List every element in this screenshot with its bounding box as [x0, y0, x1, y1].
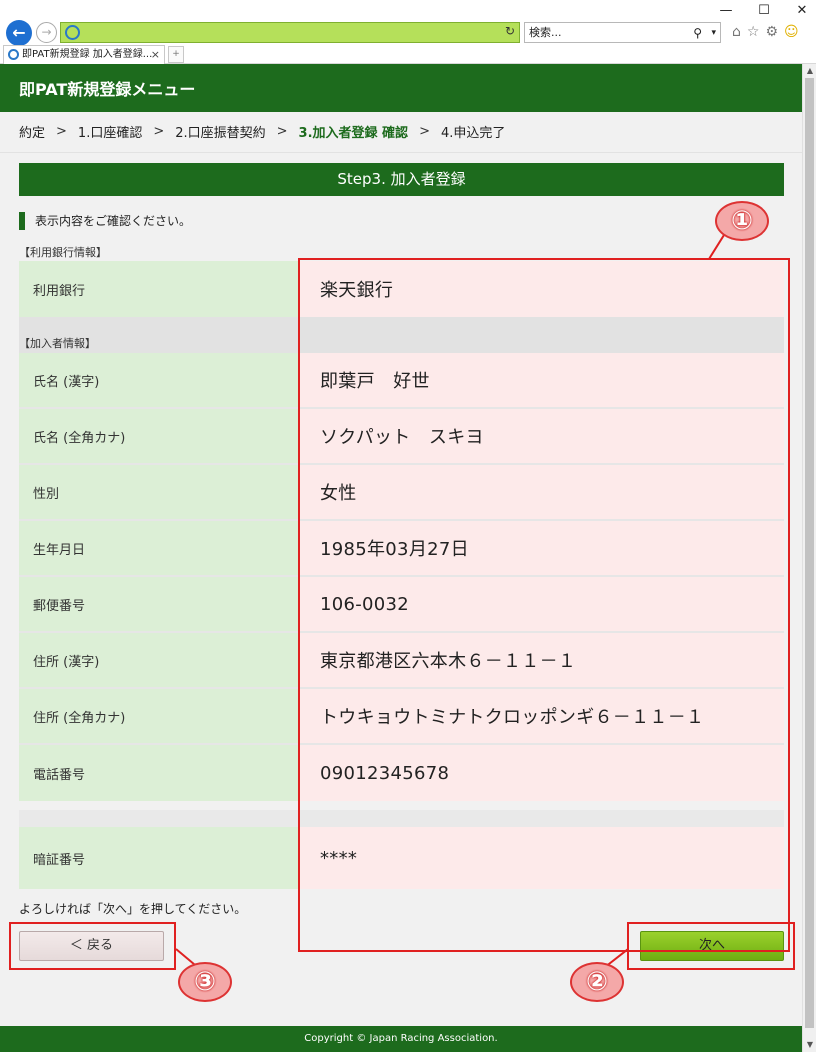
applicant-section-label: 【加入者情報】 [19, 337, 96, 350]
minimize-button[interactable]: — [718, 2, 734, 20]
breadcrumb-item: 4.申込完了 [440, 126, 506, 141]
scroll-down-icon[interactable]: ▼ [803, 1038, 816, 1052]
search-placeholder: 検索... [529, 26, 562, 39]
vertical-scrollbar[interactable]: ▲ ▼ [802, 64, 816, 1052]
row-label: 生年月日 [19, 521, 300, 575]
row-label: 郵便番号 [19, 577, 300, 631]
callout-box-2 [627, 922, 795, 970]
tab-title: 即PAT新規登録 加入者登録... [22, 49, 153, 60]
app-header: 即PAT新規登録メニュー [0, 64, 802, 112]
breadcrumb-separator: > [419, 124, 430, 139]
toolbar-icons: ⌂ ☆ ⚙ ☺ [732, 24, 799, 40]
forward-arrow-icon[interactable]: → [36, 22, 57, 43]
new-tab-button[interactable]: + [168, 46, 184, 63]
row-label: 性別 [19, 465, 300, 519]
row-label: 住所 (漢字) [19, 633, 300, 687]
breadcrumb-item: 1.口座確認 [77, 126, 143, 141]
maximize-button[interactable]: ☐ [756, 2, 772, 20]
close-icon[interactable]: × [151, 46, 160, 63]
breadcrumb-item: 約定 [19, 126, 46, 141]
callout-badge-1: ① [715, 201, 769, 241]
breadcrumb-separator: > [153, 124, 165, 139]
breadcrumb-separator: > [276, 124, 288, 139]
callout-box-3 [9, 922, 176, 970]
ie-logo-icon [8, 49, 19, 60]
search-icon[interactable]: ⚲ [693, 24, 702, 43]
gear-icon[interactable]: ⚙ [765, 24, 778, 40]
row-label: 利用銀行 [19, 261, 300, 317]
chevron-down-icon[interactable]: ▾ [711, 24, 716, 43]
row-label: 住所 (全角カナ) [19, 689, 300, 743]
footer-copyright: Copyright © Japan Racing Association. [0, 1026, 802, 1052]
scrollbar-thumb[interactable] [805, 78, 814, 1028]
divider [0, 152, 802, 153]
page: 即PAT新規登録メニュー 約定 > 1.口座確認 > 2.口座振替契約 > 3.… [0, 64, 802, 1052]
close-window-button[interactable]: ✕ [794, 2, 810, 20]
bank-section-label: 【利用銀行情報】 [19, 246, 107, 259]
home-icon[interactable]: ⌂ [732, 24, 741, 40]
callout-box-1 [298, 258, 790, 952]
breadcrumb-separator: > [56, 124, 67, 139]
confirm-instruction: よろしければ「次へ」を押してください。 [19, 902, 247, 916]
notice-text: 表示内容をご確認ください。 [19, 212, 191, 230]
step-header: Step3. 加入者登録 [19, 163, 784, 196]
address-bar[interactable]: ↻ [60, 22, 520, 43]
callout-badge-3: ③ [178, 962, 232, 1002]
row-label: 氏名 (漢字) [19, 353, 300, 407]
breadcrumb: 約定 > 1.口座確認 > 2.口座振替契約 > 3.加入者登録 確認 > 4.… [19, 122, 505, 141]
back-arrow-icon[interactable]: ← [6, 20, 32, 46]
breadcrumb-item: 2.口座振替契約 [175, 126, 266, 141]
row-label: 電話番号 [19, 745, 300, 801]
star-icon[interactable]: ☆ [747, 24, 760, 40]
row-label: 暗証番号 [19, 827, 300, 889]
browser-tab[interactable]: 即PAT新規登録 加入者登録... × [3, 45, 165, 64]
search-input[interactable]: 検索... ⚲ ▾ [524, 22, 721, 43]
window-controls: — ☐ ✕ [718, 2, 810, 20]
breadcrumb-item-current: 3.加入者登録 確認 [298, 126, 409, 141]
smiley-icon[interactable]: ☺ [784, 24, 799, 40]
callout-badge-2: ② [570, 962, 624, 1002]
browser-chrome: — ☐ ✕ ← → ↻ 検索... ⚲ ▾ ⌂ ☆ ⚙ ☺ 即PAT新規登録 加… [0, 0, 816, 64]
ie-logo-icon [65, 25, 80, 40]
row-label: 氏名 (全角カナ) [19, 409, 300, 463]
scroll-up-icon[interactable]: ▲ [803, 64, 816, 78]
refresh-icon[interactable]: ↻ [505, 24, 515, 38]
page-title: 即PAT新規登録メニュー [19, 80, 196, 99]
